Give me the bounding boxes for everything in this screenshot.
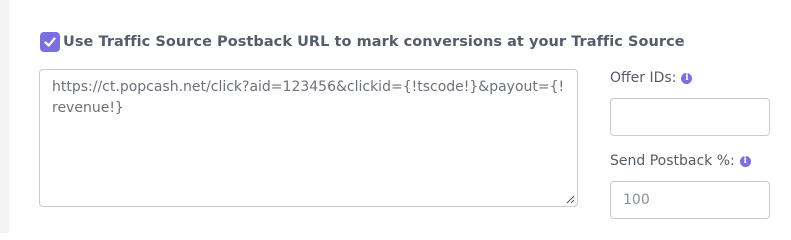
left-panel-edge <box>0 0 9 233</box>
postback-toggle-row: Use Traffic Source Postback URL to mark … <box>40 32 685 52</box>
offer-ids-label-row: Offer IDs: i <box>610 70 693 86</box>
resize-handle-icon[interactable] <box>566 195 575 204</box>
offer-ids-label: Offer IDs: <box>610 70 677 86</box>
send-postback-percent-label: Send Postback %: <box>610 153 735 169</box>
checkmark-icon <box>44 37 56 47</box>
send-postback-percent-input[interactable] <box>610 181 770 219</box>
offer-ids-input[interactable] <box>610 98 770 136</box>
info-icon[interactable]: i <box>681 72 693 84</box>
info-icon[interactable]: i <box>739 155 751 167</box>
postback-url-value: https://ct.popcash.net/click?aid=123456&… <box>52 79 565 116</box>
postback-toggle-label[interactable]: Use Traffic Source Postback URL to mark … <box>63 34 685 50</box>
send-postback-label-row: Send Postback %: i <box>610 153 751 169</box>
postback-toggle-checkbox[interactable] <box>40 32 60 52</box>
postback-url-textarea[interactable]: https://ct.popcash.net/click?aid=123456&… <box>39 69 578 207</box>
